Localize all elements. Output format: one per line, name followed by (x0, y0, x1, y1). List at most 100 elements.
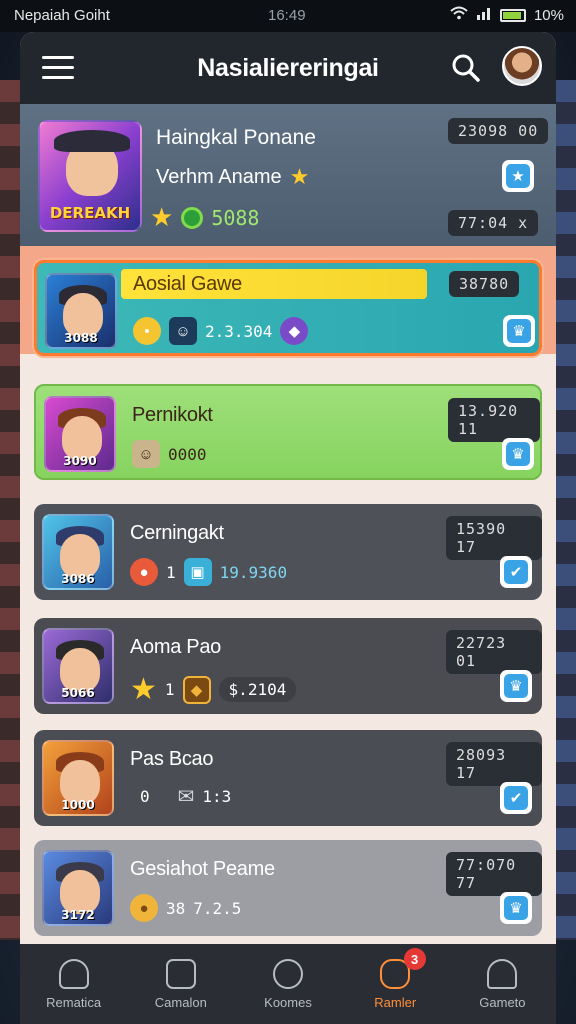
item-name: Gesiahot Peame (130, 858, 275, 880)
item-thumbnail: 3088 (45, 273, 117, 349)
nav-label: Camalon (154, 994, 207, 1010)
item-value: 0000 (168, 444, 207, 464)
list-item[interactable]: 1000 Pas Bcao 0 ✉ 1:3 28093 17 ✔ (34, 730, 542, 826)
featured-title: Haingkal Ponane (156, 126, 316, 149)
crown-icon: ♛ (504, 896, 528, 920)
nav-item-ramler[interactable]: Ramler 3 (342, 944, 449, 1024)
star-icon: ★ (130, 673, 157, 706)
clock: 16:49 (268, 7, 306, 24)
coin-icon: • (133, 317, 161, 345)
star-icon: ★ (289, 164, 310, 189)
item-stat-pill: 13.920 11 (448, 398, 540, 442)
nav-item-camalon[interactable]: Camalon (127, 944, 234, 1024)
item-stat-pill: 38780 (449, 271, 520, 297)
image-icon: ▣ (183, 558, 212, 586)
item-thumbnail: 3090 (44, 396, 116, 472)
item-level: 3086 (61, 572, 95, 586)
item-meta: ● 38 7.2.5 (130, 894, 241, 922)
nav-label: Rematica (46, 994, 102, 1010)
profile-icon (487, 958, 518, 989)
star-icon: ★ (150, 202, 174, 232)
featured-subtitle: Verhm Aname (156, 165, 282, 188)
top-bar: Nasialiereringai (20, 32, 556, 104)
item-level: 5066 (61, 686, 95, 700)
battery-level: 10% (533, 6, 564, 24)
app-panel: Nasialiereringai DEREAKH Haingkal Ponane… (20, 32, 556, 1024)
nav-label: Ramler (374, 994, 417, 1010)
item-action-button[interactable]: ♛ (502, 438, 534, 470)
featured-time-pill: 77:04 x (448, 210, 539, 236)
item-value: 7.2.5 (193, 898, 242, 918)
search-icon[interactable] (450, 52, 482, 84)
item-count: 0 (140, 787, 150, 806)
wifi-icon (450, 6, 468, 24)
battery-icon (499, 8, 526, 22)
item-stat-pill: 77:070 77 (446, 852, 542, 896)
crown-icon: ♛ (506, 442, 530, 466)
item-stat-pill: 28093 17 (446, 742, 542, 786)
item-meta: 0 ✉ 1:3 (130, 784, 231, 809)
item-action-button[interactable]: ♛ (500, 892, 532, 924)
notification-badge: 3 (403, 948, 426, 970)
item-value: 2.3.304 (205, 321, 273, 341)
camera-icon (165, 958, 196, 989)
nav-item-gameto[interactable]: Gameto (449, 944, 556, 1024)
featured-thumb-logo: DEREAKH (49, 204, 131, 222)
item-name: Aosial Gawe (133, 273, 242, 295)
item-level: 3172 (61, 908, 95, 922)
item-count: 38 (166, 898, 186, 918)
item-action-button[interactable]: ♛ (503, 315, 535, 347)
featured-card[interactable]: DEREAKH Haingkal Ponane Verhm Aname ★ ★ … (20, 104, 556, 246)
home-icon (58, 958, 89, 989)
gem-icon: ◆ (280, 317, 309, 345)
list-item[interactable]: 3088 Aosial Gawe • ☺ 2.3.304 ◆ 38780 ♛ (34, 260, 542, 356)
check-icon: ✔ (504, 560, 528, 584)
item-action-button[interactable]: ✔ (500, 556, 532, 588)
coin-icon (181, 206, 204, 229)
bomb-icon: ● (130, 558, 158, 586)
nav-label: Koomes (264, 994, 312, 1010)
avatar[interactable] (502, 46, 542, 86)
item-meta: ☺ 0000 (132, 440, 207, 468)
item-thumbnail: 5066 (42, 628, 114, 704)
featured-score: 5088 (211, 205, 260, 230)
item-stat-pill: 22723 01 (446, 630, 542, 674)
item-thumbnail: 3172 (42, 850, 114, 926)
search-icon (273, 958, 303, 989)
item-meta: ● 1 ▣ 19.9360 (130, 558, 287, 586)
bottom-nav: Rematica Camalon Koomes Ramler 3 Gameto (20, 944, 556, 1024)
item-level: 3090 (63, 454, 97, 468)
status-bar: Nepaiah Goiht 16:49 10% (0, 0, 576, 32)
featured-stats: ★ 5088 (150, 202, 259, 233)
status-icons: 10% (450, 6, 564, 24)
mail-icon: ✉ (177, 786, 195, 808)
item-action-button[interactable]: ♛ (500, 670, 532, 702)
check-icon: ✔ (504, 786, 528, 810)
nav-item-rematica[interactable]: Rematica (20, 944, 127, 1024)
background-stands-right (554, 80, 576, 940)
item-stat-pill: 15390 17 (446, 516, 542, 560)
item-value: 19.9360 (219, 562, 288, 582)
item-level: 1000 (61, 798, 95, 812)
item-value: 1:3 (202, 787, 232, 806)
list-item[interactable]: 3172 Gesiahot Peame ● 38 7.2.5 77:070 77… (34, 840, 542, 936)
list-item[interactable]: 5066 Aoma Pao ★ 1 ◆ $.2104 22723 01 ♛ (34, 618, 542, 714)
crown-icon: ♛ (507, 319, 531, 343)
item-count: 1 (166, 562, 176, 582)
nav-item-koomes[interactable]: Koomes (234, 944, 341, 1024)
item-name: Aoma Pao (130, 636, 221, 658)
featured-action-button[interactable]: ★ (502, 160, 534, 192)
featured-subtitle-row: Verhm Aname ★ (156, 164, 309, 190)
item-name: Cerningakt (130, 522, 224, 544)
crown-icon: ♛ (504, 674, 528, 698)
star-badge-icon: ★ (506, 164, 530, 188)
item-meta: ★ 1 ◆ $.2104 (130, 672, 297, 707)
item-count: 1 (164, 680, 175, 699)
item-name: Pas Bcao (130, 748, 214, 770)
item-action-button[interactable]: ✔ (500, 782, 532, 814)
list-item[interactable]: 3090 Pernikokt ☺ 0000 13.920 11 ♛ (34, 384, 542, 480)
gem-icon: ◆ (182, 675, 211, 704)
featured-timer-pill: 23098 00 (448, 118, 549, 144)
list-item[interactable]: 3086 Cerningakt ● 1 ▣ 19.9360 15390 17 ✔ (34, 504, 542, 600)
featured-thumbnail: DEREAKH (38, 120, 142, 232)
